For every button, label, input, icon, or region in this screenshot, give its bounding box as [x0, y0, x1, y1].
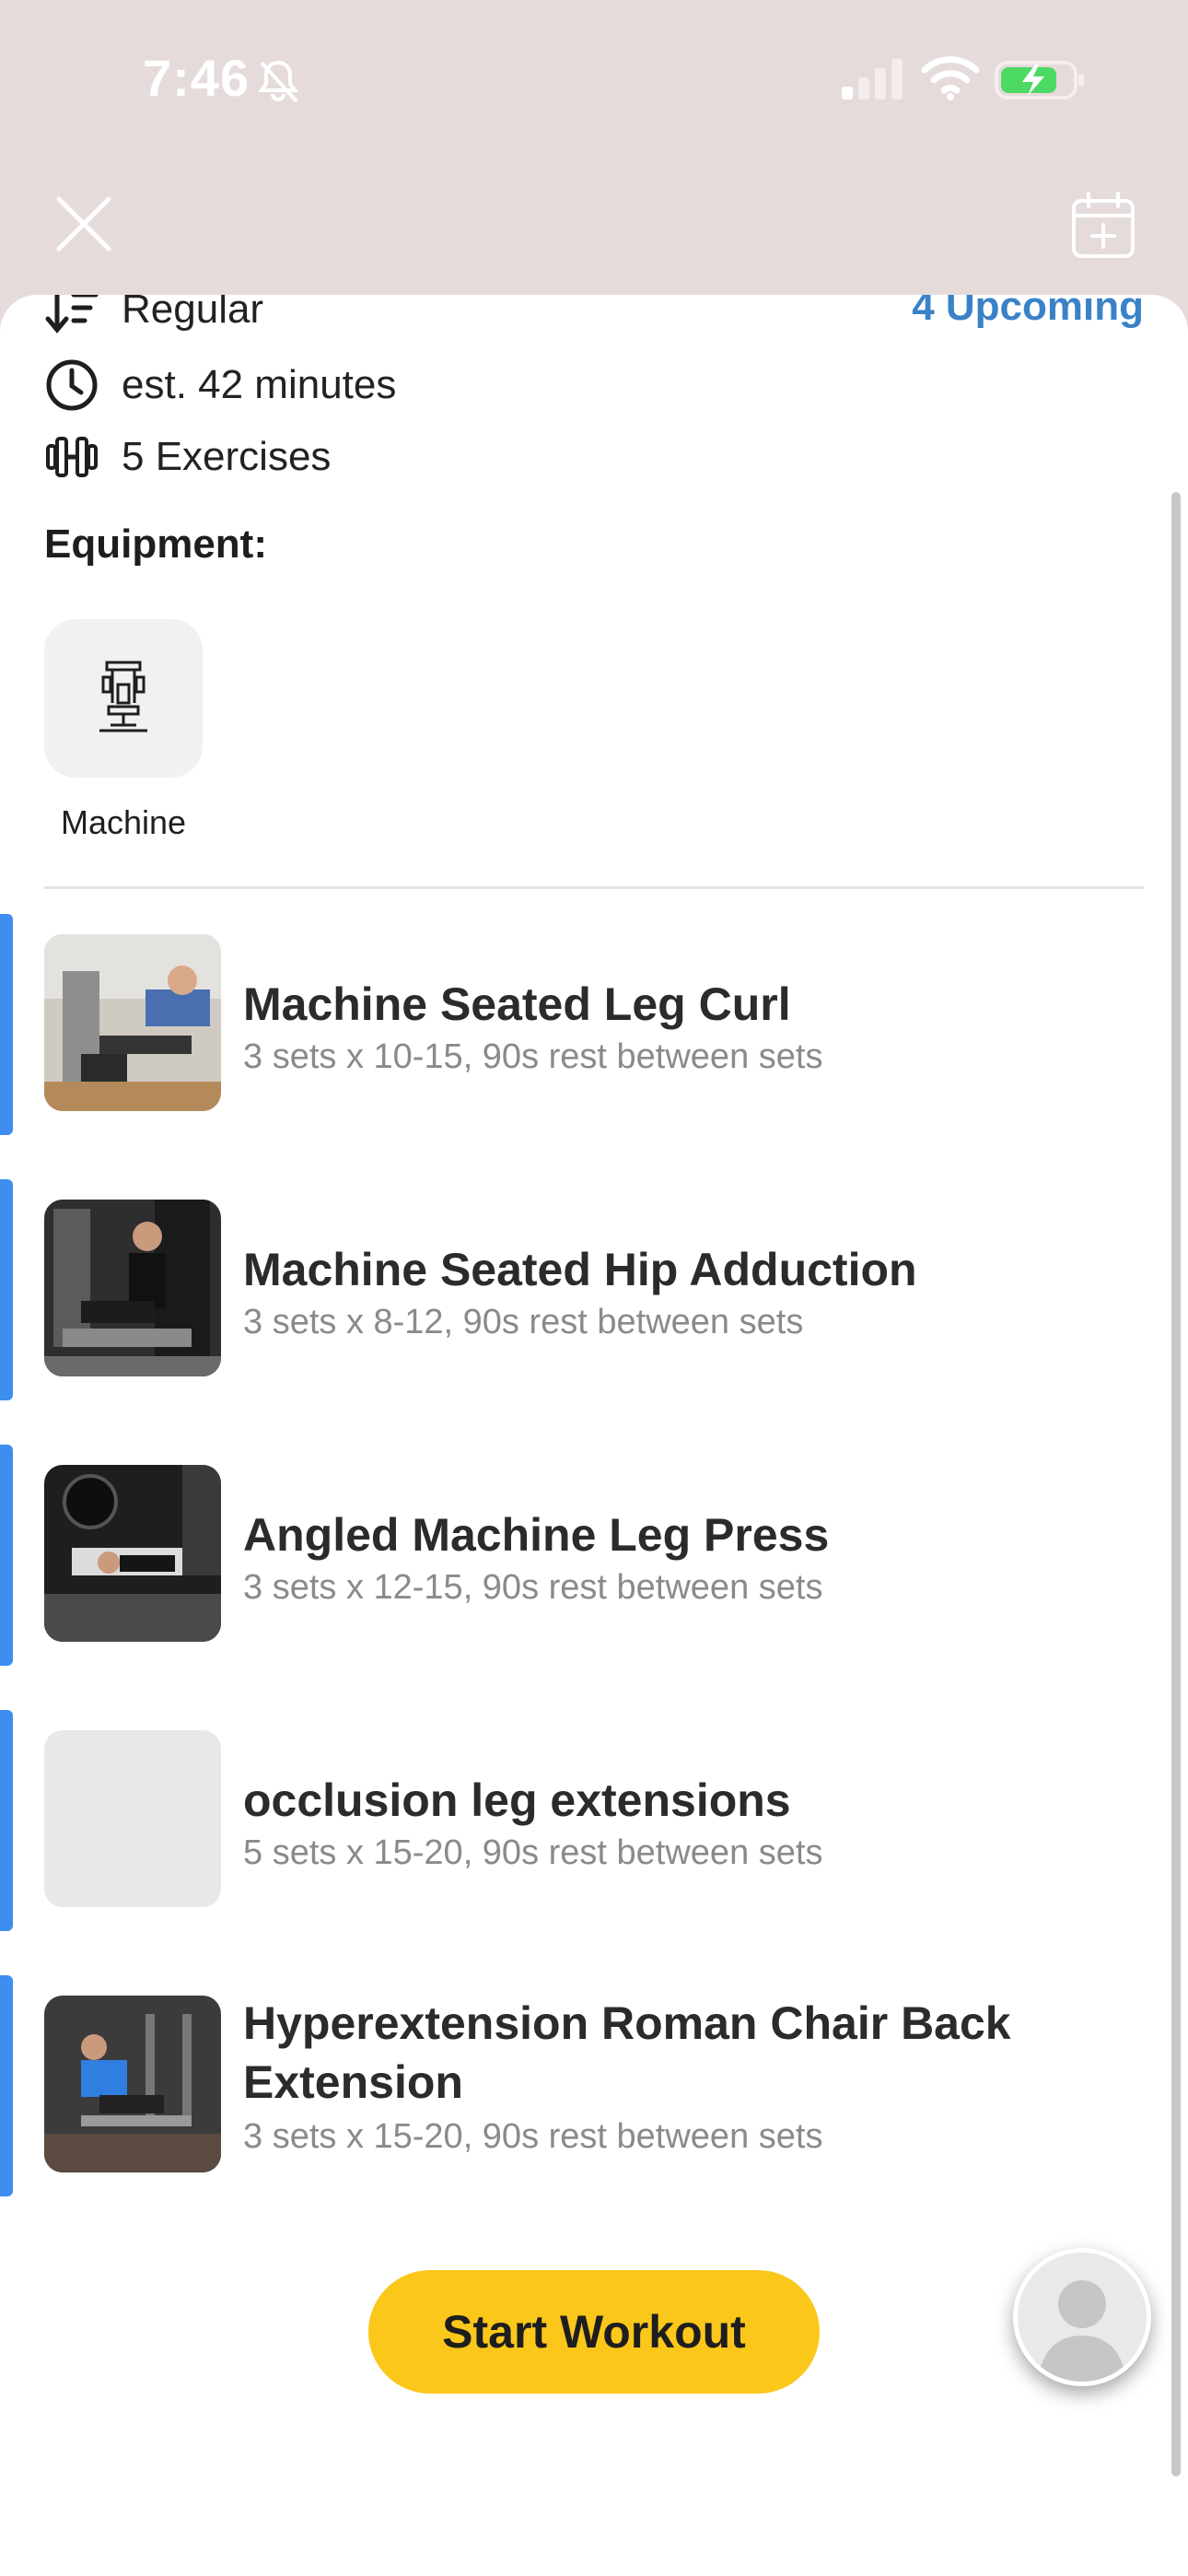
- workout-type-label: Regular: [122, 295, 264, 332]
- exercise-accent-bar: [0, 1710, 13, 1931]
- status-time: 7:46: [143, 49, 250, 107]
- exercise-item[interactable]: occlusion leg extensions 5 sets x 15-20,…: [0, 1710, 1170, 1931]
- wifi-icon: [921, 56, 980, 100]
- exercise-count-row: 5 Exercises: [44, 429, 331, 485]
- exercise-thumbnail: [44, 1996, 221, 2172]
- machine-icon: [99, 661, 147, 732]
- avatar-button[interactable]: [1013, 2248, 1151, 2386]
- exercise-item[interactable]: Machine Seated Hip Adduction 3 sets x 8-…: [0, 1179, 1170, 1400]
- divider: [44, 886, 1144, 889]
- equipment-title: Equipment:: [44, 521, 267, 567]
- exercise-thumbnail: [44, 934, 221, 1111]
- scrollbar[interactable]: [1171, 492, 1181, 2476]
- clock-icon: [46, 359, 98, 411]
- close-icon[interactable]: [53, 193, 114, 254]
- sort-icon: [45, 295, 99, 334]
- exercise-accent-bar: [0, 1179, 13, 1400]
- user-avatar-icon: [1018, 2253, 1147, 2382]
- workout-detail-sheet: Regular 4 Upcoming est. 42 minutes 5 Exe…: [0, 295, 1188, 2576]
- exercise-name: Hyperextension Roman Chair Back Extensio…: [243, 1997, 1011, 2108]
- exercise-detail: 5 sets x 15-20, 90s rest between sets: [243, 1833, 823, 1872]
- equipment-label: Machine: [60, 803, 187, 841]
- cellular-signal-icon: [842, 59, 903, 100]
- battery-charging-icon: [995, 61, 1084, 100]
- exercise-detail: 3 sets x 8-12, 90s rest between sets: [243, 1303, 804, 1341]
- exercise-count-label: 5 Exercises: [122, 434, 332, 479]
- exercise-accent-bar: [0, 1445, 13, 1666]
- exercise-item[interactable]: Angled Machine Leg Press 3 sets x 12-15,…: [0, 1445, 1170, 1666]
- equipment-card-machine[interactable]: [44, 619, 203, 778]
- status-bar: 7:46: [0, 0, 1188, 166]
- exercise-photo-back-extension: [44, 1996, 221, 2172]
- exercise-thumbnail: [44, 1200, 221, 1376]
- duration-row: est. 42 minutes: [44, 357, 396, 413]
- dumbbell-icon: [46, 437, 98, 477]
- workout-type-row: Regular: [44, 295, 263, 337]
- bell-slash-icon: [258, 60, 298, 103]
- exercise-detail: 3 sets x 15-20, 90s rest between sets: [243, 2117, 823, 2156]
- exercise-photo-hip-adduction: [44, 1200, 221, 1376]
- exercise-name: occlusion leg extensions: [243, 1774, 791, 1826]
- exercise-thumbnail: [44, 1465, 221, 1642]
- upcoming-link[interactable]: 4 Upcoming: [912, 295, 1144, 330]
- exercise-item[interactable]: Machine Seated Leg Curl 3 sets x 10-15, …: [0, 914, 1170, 1135]
- exercise-thumbnail-placeholder: [44, 1730, 221, 1907]
- exercise-detail: 3 sets x 10-15, 90s rest between sets: [243, 1037, 823, 1076]
- exercise-detail: 3 sets x 12-15, 90s rest between sets: [243, 1568, 823, 1607]
- exercise-accent-bar: [0, 914, 13, 1135]
- exercise-name: Machine Seated Leg Curl: [243, 978, 791, 1030]
- exercise-accent-bar: [0, 1975, 13, 2196]
- exercise-photo-leg-curl: [44, 934, 221, 1111]
- exercise-name: Machine Seated Hip Adduction: [243, 1244, 917, 1295]
- start-workout-button[interactable]: Start Workout: [368, 2270, 820, 2394]
- duration-label: est. 42 minutes: [122, 362, 397, 407]
- exercise-item[interactable]: Hyperextension Roman Chair Back Extensio…: [0, 1975, 1170, 2196]
- calendar-add-icon[interactable]: [1070, 190, 1136, 260]
- exercise-name: Angled Machine Leg Press: [243, 1509, 830, 1561]
- exercise-photo-leg-press: [44, 1465, 221, 1642]
